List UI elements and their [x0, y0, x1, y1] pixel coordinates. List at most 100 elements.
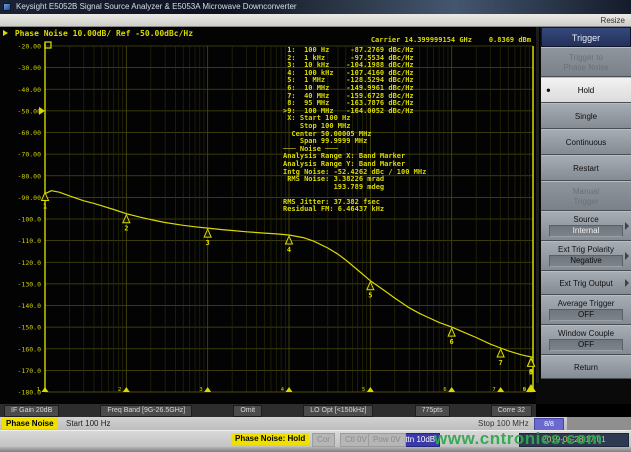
- measurement-status-bar: IF Gain 20dBFreq Band [9G-26.5GHz]OmitLO…: [0, 404, 536, 417]
- marker-bottom-number: 7: [492, 387, 495, 393]
- menu-button-label: Return: [574, 363, 598, 372]
- trace-select-icon: [3, 30, 8, 36]
- selected-bullet-icon: ●: [546, 86, 551, 95]
- marker-bottom-number: 9: [523, 387, 526, 393]
- instrument-screen: -20.00-30.00-40.00-50.00-60.00-70.00-80.…: [0, 27, 536, 404]
- sweep-status-bar: Phase Noise Start 100 Hz Stop 100 MHz 8/…: [0, 417, 631, 430]
- y-axis-tick-label: -130.0: [18, 280, 42, 288]
- marker-triangle-icon[interactable]: [42, 192, 49, 200]
- marker-4[interactable]: 44: [281, 236, 293, 393]
- submenu-arrow-icon: [625, 279, 629, 287]
- menu-button-label: Hold: [578, 86, 594, 95]
- y-axis-tick-label: -80.00: [18, 172, 42, 180]
- menu-button-value: OFF: [549, 309, 623, 321]
- menu-button-label: Restart: [573, 164, 599, 173]
- menu-button-return[interactable]: Return: [541, 355, 631, 379]
- marker-bottom-number: 5: [362, 387, 365, 393]
- menu-button-label: Trigger to: [569, 53, 603, 62]
- status-bar-end-cap: [567, 417, 631, 430]
- menu-button-label: Average Trigger: [558, 299, 615, 308]
- menu-left-strip: [536, 27, 540, 383]
- menu-button-label: Continuous: [566, 138, 606, 147]
- readout-line: 193.789 mdeg: [283, 184, 426, 192]
- menu-header: Trigger: [541, 27, 631, 47]
- status-badge: IF Gain 20dB: [4, 405, 59, 417]
- status-badge: Freq Band [9G-26.5GHz]: [100, 405, 192, 417]
- trace-header: Phase Noise 10.00dB/ Ref -50.00dBc/Hz: [3, 29, 193, 38]
- resize-bar[interactable]: Resize: [0, 14, 631, 27]
- marker-6[interactable]: 66: [443, 328, 455, 393]
- y-axis-tick-label: -60.00: [18, 129, 42, 137]
- window-bottom-edge: [0, 447, 631, 452]
- marker-triangle-icon[interactable]: [204, 229, 211, 237]
- marker-number-label: 1: [43, 202, 47, 210]
- y-axis-tick-label: -50.00: [18, 107, 42, 115]
- menu-button-label: Ext Trig Output: [559, 279, 612, 288]
- title-bar: Keysight E5052B Signal Source Analyzer &…: [0, 0, 631, 14]
- channel-badge: Phase Noise: [2, 418, 58, 429]
- y-axis-tick-label: -160.0: [18, 345, 42, 353]
- menu-button-value: Negative: [549, 255, 623, 267]
- marker-bottom-number: 1: [37, 387, 40, 393]
- marker-triangle-icon[interactable]: [448, 328, 455, 336]
- marker-7[interactable]: 77: [492, 349, 504, 393]
- y-axis-tick-label: -40.00: [18, 86, 42, 94]
- marker-bottom-flag-icon: [526, 384, 536, 392]
- marker-readout: 1: 100 Hz -87.2769 dBc/Hz 2: 1 kHz -97.5…: [283, 47, 426, 214]
- resize-button[interactable]: Resize: [601, 16, 625, 25]
- menu-button-manual-trigger: ManualTrigger: [541, 181, 631, 211]
- menu-button-value: Internal: [549, 225, 623, 237]
- marker-5[interactable]: 55: [362, 282, 374, 393]
- marker-number-label: 4: [287, 246, 291, 254]
- y-axis-tick-label: -150.0: [18, 324, 42, 332]
- menu-button-hold[interactable]: ● Hold: [541, 77, 631, 103]
- menu-button-average-trigger[interactable]: Average TriggerOFF: [541, 295, 631, 325]
- marker-bottom-flag-icon: [204, 387, 211, 392]
- marker-bottom-number: 3: [199, 387, 202, 393]
- menu-button-source[interactable]: SourceInternal: [541, 211, 631, 241]
- instrument-taskbar: Phase Noise: Hold Attn 10dB 2019-05-28 1…: [0, 430, 631, 447]
- submenu-arrow-icon: [625, 222, 629, 230]
- stop-frequency-label: Stop 100 MHz: [478, 418, 529, 429]
- menu-button-ext-trig-output[interactable]: Ext Trig Output: [541, 271, 631, 295]
- y-axis-tick-label: -170.0: [18, 367, 42, 375]
- marker-triangle-icon[interactable]: [286, 236, 293, 244]
- marker-bottom-flag-icon: [367, 387, 374, 392]
- start-frequency-label: Start 100 Hz: [66, 418, 110, 429]
- marker-bottom-flag-icon: [448, 387, 455, 392]
- app-icon: [3, 3, 11, 11]
- menu-button-label: Manual: [573, 187, 599, 196]
- menu-button-continuous[interactable]: Continuous: [541, 129, 631, 155]
- status-badge: Omit: [233, 405, 262, 417]
- marker-bottom-flag-icon: [123, 387, 130, 392]
- marker-bottom-number: 6: [443, 387, 446, 393]
- indicator-badge-pow-0v: Pow 0V: [368, 433, 406, 447]
- menu-button-label: Trigger: [573, 197, 598, 206]
- ref-level-arrow-icon: [39, 107, 45, 115]
- marker-2[interactable]: 22: [118, 215, 130, 393]
- y-axis-tick-label: -120.0: [18, 259, 42, 267]
- menu-button-label: Window Couple: [558, 329, 614, 338]
- marker-bottom-number: 2: [118, 387, 121, 393]
- y-axis-tick-label: -30.00: [18, 64, 42, 72]
- menu-button-trigger-to-phase-noise: Trigger toPhase Noise: [541, 47, 631, 77]
- status-badge: 775pts: [415, 405, 450, 417]
- menu-button-window-couple[interactable]: Window CoupleOFF: [541, 325, 631, 355]
- menu-button-label: Phase Noise: [563, 63, 608, 72]
- menu-button-ext-trig-polarity[interactable]: Ext Trig PolarityNegative: [541, 241, 631, 271]
- menu-button-label: Single: [575, 112, 597, 121]
- marker-triangle-icon[interactable]: [497, 349, 504, 357]
- app-window: Keysight E5052B Signal Source Analyzer &…: [0, 0, 631, 452]
- marker-number-label: 9: [529, 368, 533, 376]
- marker-number-label: 5: [368, 292, 372, 300]
- menu-button-single[interactable]: Single: [541, 103, 631, 129]
- trigger-state-badge: Phase Noise: Hold: [231, 433, 309, 445]
- y-axis-tick-label: -110.0: [18, 237, 42, 245]
- marker-3[interactable]: 33: [199, 229, 211, 393]
- menu-button-restart[interactable]: Restart: [541, 155, 631, 181]
- carrier-readout: Carrier 14.399999154 GHz 0.8369 dBm: [371, 36, 531, 44]
- marker-bottom-flag-icon: [42, 387, 49, 392]
- plot-svg: -20.00-30.00-40.00-50.00-60.00-70.00-80.…: [0, 27, 536, 404]
- menu-button-label: Source: [573, 215, 598, 224]
- marker-bottom-flag-icon: [497, 387, 504, 392]
